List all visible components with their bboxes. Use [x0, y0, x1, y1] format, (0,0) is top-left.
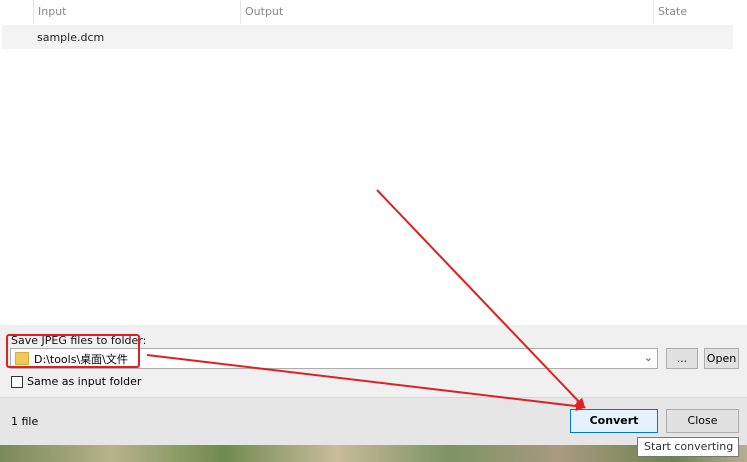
arrow-to-convert [376, 189, 586, 409]
arrow-from-folder [146, 354, 586, 412]
annotation-arrow [146, 189, 586, 412]
